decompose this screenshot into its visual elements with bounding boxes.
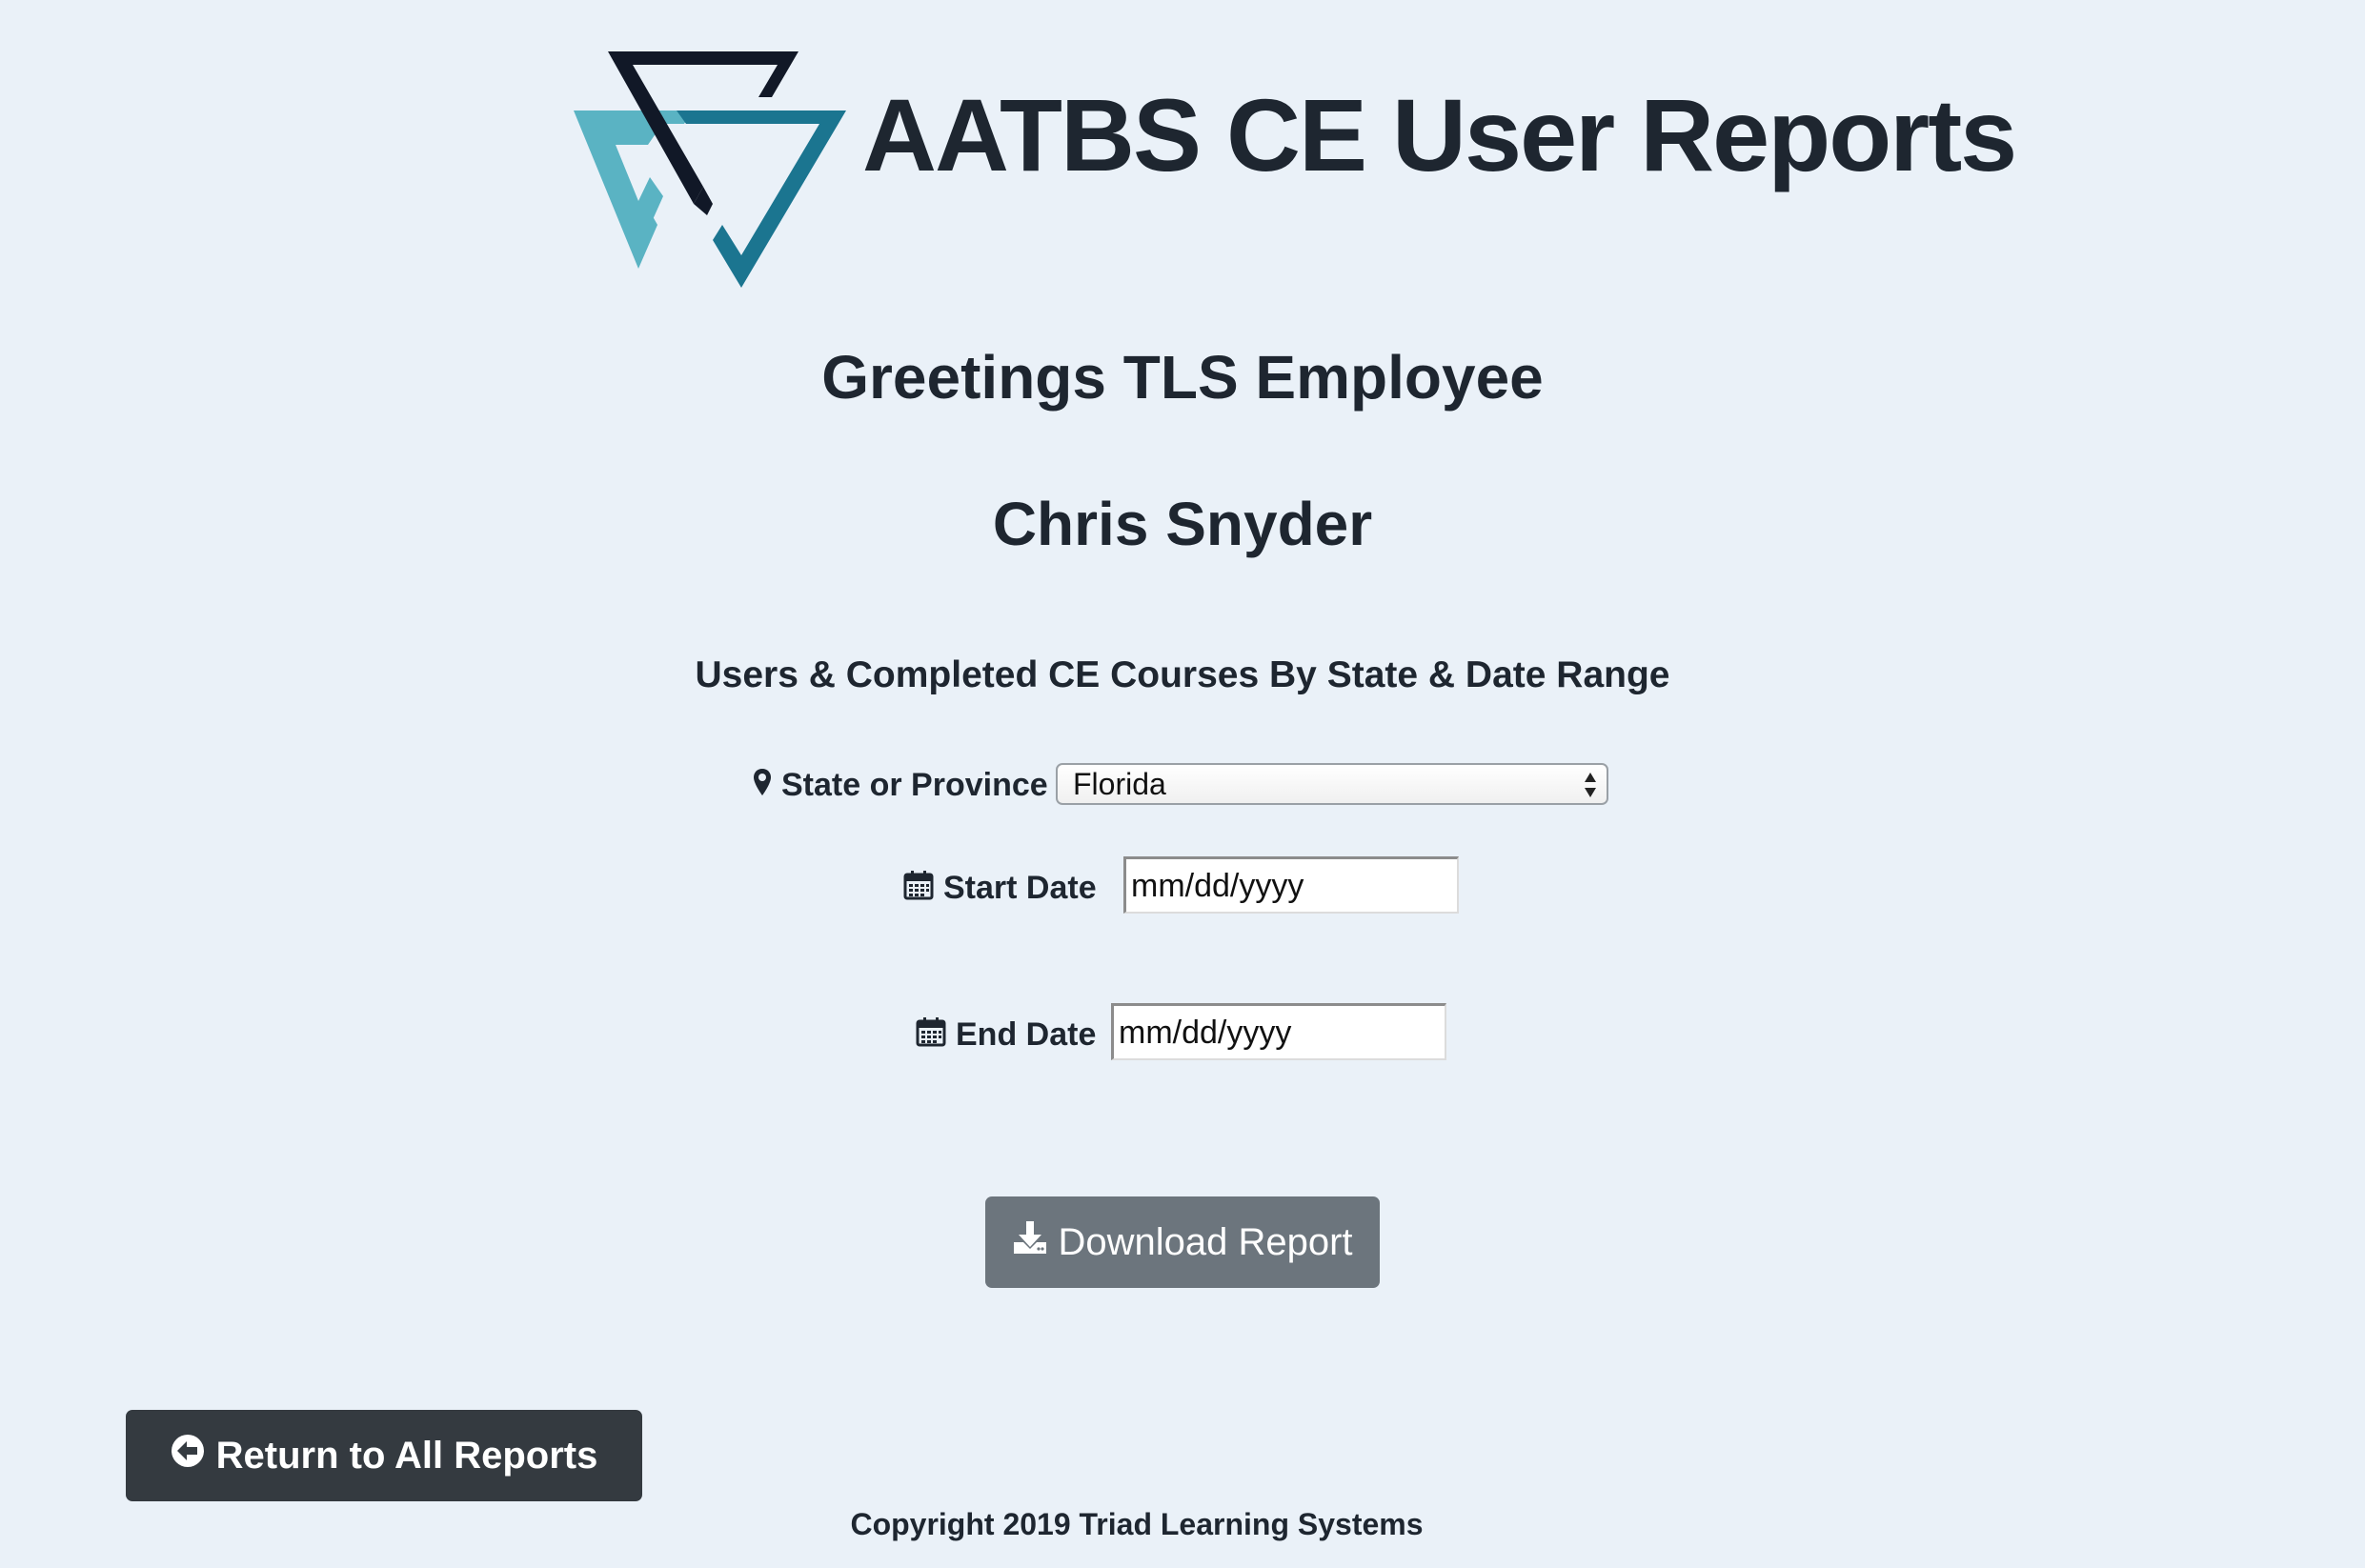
state-select[interactable]: Florida	[1056, 763, 1608, 805]
end-date-input[interactable]: mm/dd/yyyy	[1111, 1003, 1446, 1060]
download-report-button[interactable]: Download Report	[985, 1196, 1380, 1288]
return-to-all-reports-button[interactable]: Return to All Reports	[126, 1410, 642, 1501]
app-title: AATBS CE User Reports	[862, 77, 2017, 192]
state-select-value: Florida	[1073, 766, 1166, 801]
end-date-label-text: End Date	[956, 1016, 1097, 1053]
arrow-circle-left-icon	[171, 1434, 205, 1478]
footer-copyright: Copyright 2019 Triad Learning Systems	[850, 1507, 1424, 1541]
calendar-icon	[903, 870, 934, 906]
aatbs-logo	[574, 51, 846, 288]
start-date-input[interactable]: mm/dd/yyyy	[1123, 856, 1459, 914]
end-date-label: End Date	[916, 1016, 1096, 1053]
start-date-label: Start Date	[903, 870, 1097, 906]
end-date-placeholder: mm/dd/yyyy	[1119, 1014, 1292, 1051]
state-label-text: State or Province	[781, 767, 1048, 803]
start-date-label-text: Start Date	[943, 870, 1097, 906]
start-date-placeholder: mm/dd/yyyy	[1131, 867, 1304, 904]
calendar-icon	[916, 1016, 946, 1053]
download-report-label: Download Report	[1058, 1220, 1353, 1263]
map-marker-icon	[753, 768, 772, 802]
download-icon	[1012, 1219, 1048, 1265]
report-title: Users & Completed CE Courses By State & …	[695, 654, 1670, 695]
greeting-heading: Greetings TLS Employee	[821, 343, 1544, 412]
state-label: State or Province	[753, 768, 1048, 802]
return-to-all-reports-label: Return to All Reports	[215, 1434, 598, 1477]
user-name: Chris Snyder	[992, 490, 1373, 558]
select-arrows-icon	[1585, 773, 1596, 797]
